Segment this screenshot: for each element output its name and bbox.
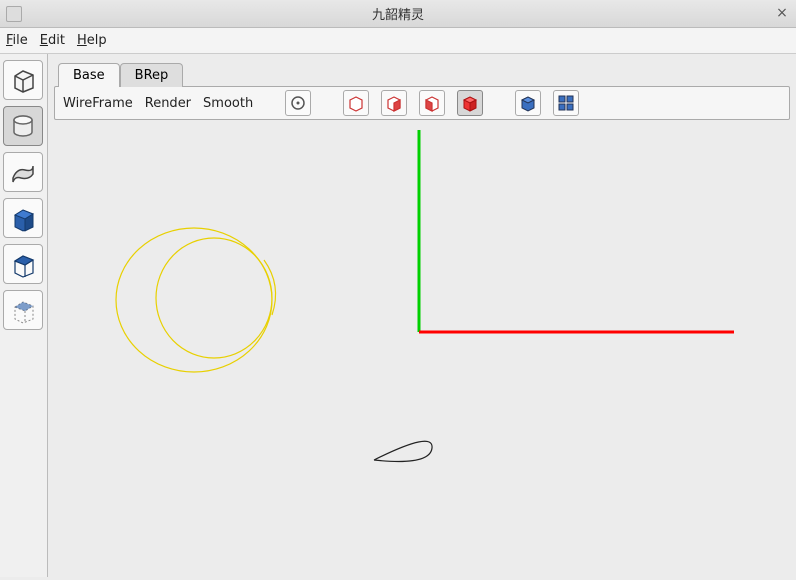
window-titlebar: 九韶精灵 ×	[0, 0, 796, 28]
black-curve	[374, 441, 432, 461]
target-icon[interactable]	[285, 90, 311, 116]
cube-solid-icon[interactable]	[457, 90, 483, 116]
close-icon[interactable]: ×	[774, 6, 790, 22]
window-menu-button[interactable]	[6, 6, 22, 22]
components-icon[interactable]	[553, 90, 579, 116]
toolbar-render[interactable]: Render	[145, 96, 191, 111]
tab-brep[interactable]: BRep	[120, 63, 184, 87]
menu-file[interactable]: File	[6, 33, 28, 48]
window-title: 九韶精灵	[372, 4, 424, 23]
box-outline-icon[interactable]	[3, 60, 43, 100]
yellow-wireframe	[116, 228, 276, 372]
solid-cube-icon[interactable]	[3, 198, 43, 238]
toolbar-smooth[interactable]: Smooth	[203, 96, 253, 111]
transparent-cube-icon[interactable]	[3, 290, 43, 330]
menu-bar: File Edit Help	[0, 28, 796, 54]
toolbar: WireFrame Render Smooth	[54, 86, 790, 120]
tab-bar: Base BRep	[54, 60, 790, 86]
left-toolbar	[0, 54, 48, 577]
cube-half-icon[interactable]	[381, 90, 407, 116]
menu-edit[interactable]: Edit	[40, 33, 65, 48]
cube-face-icon[interactable]	[419, 90, 445, 116]
cube-outline-icon[interactable]	[343, 90, 369, 116]
tab-base[interactable]: Base	[58, 63, 120, 87]
viewport[interactable]	[54, 120, 790, 571]
sheet-icon[interactable]	[3, 152, 43, 192]
menu-help[interactable]: Help	[77, 33, 107, 48]
toolbar-wireframe[interactable]: WireFrame	[63, 96, 133, 111]
wire-cube-icon[interactable]	[3, 244, 43, 284]
cube-iso-icon[interactable]	[515, 90, 541, 116]
cylinder-icon[interactable]	[3, 106, 43, 146]
